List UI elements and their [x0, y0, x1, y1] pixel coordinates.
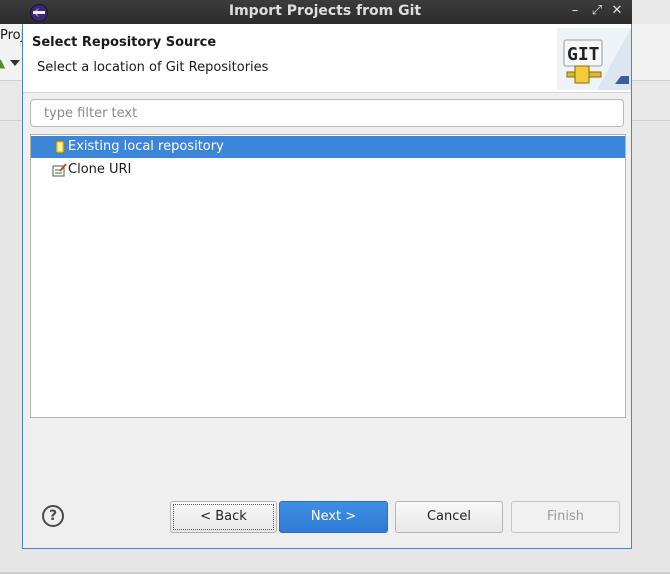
page-title: Select Repository Source — [32, 35, 217, 50]
dialog-title: Import Projects from Git — [228, 3, 422, 19]
back-button[interactable]: < Back — [170, 501, 277, 533]
tree-item-label: Clone URI — [68, 162, 132, 177]
finish-button[interactable]: Finish — [511, 501, 620, 533]
minimize-icon[interactable]: – — [566, 2, 584, 20]
dialog-titlebar[interactable]: Import Projects from Git – ⤢ ✕ — [0, 0, 632, 24]
cancel-button[interactable]: Cancel — [395, 501, 503, 533]
git-logo-icon: GIT — [557, 28, 631, 90]
background-menu-project[interactable]: Proj — [0, 28, 24, 43]
repository-icon — [55, 140, 65, 154]
tree-item-clone-uri[interactable]: Clone URI — [31, 159, 625, 181]
help-button[interactable]: ? — [42, 505, 64, 527]
clone-uri-icon — [52, 163, 67, 177]
repository-source-tree[interactable]: Existing local repository Clone URI — [30, 134, 626, 418]
run-icon[interactable]: ▲ — [0, 57, 5, 69]
maximize-icon[interactable]: ⤢ — [588, 2, 606, 20]
close-icon[interactable]: ✕ — [608, 2, 626, 20]
import-dialog: Select Repository Source Select a locati… — [22, 24, 632, 549]
wizard-banner: Select Repository Source Select a locati… — [23, 24, 631, 93]
dropdown-arrow-icon[interactable] — [10, 60, 20, 66]
git-logo-text: GIT — [567, 44, 600, 65]
next-button[interactable]: Next > — [279, 501, 388, 533]
tree-item-existing-local-repository[interactable]: Existing local repository — [31, 136, 625, 158]
filter-input[interactable] — [30, 99, 624, 127]
page-description: Select a location of Git Repositories — [37, 60, 269, 75]
tree-item-label: Existing local repository — [68, 139, 224, 154]
